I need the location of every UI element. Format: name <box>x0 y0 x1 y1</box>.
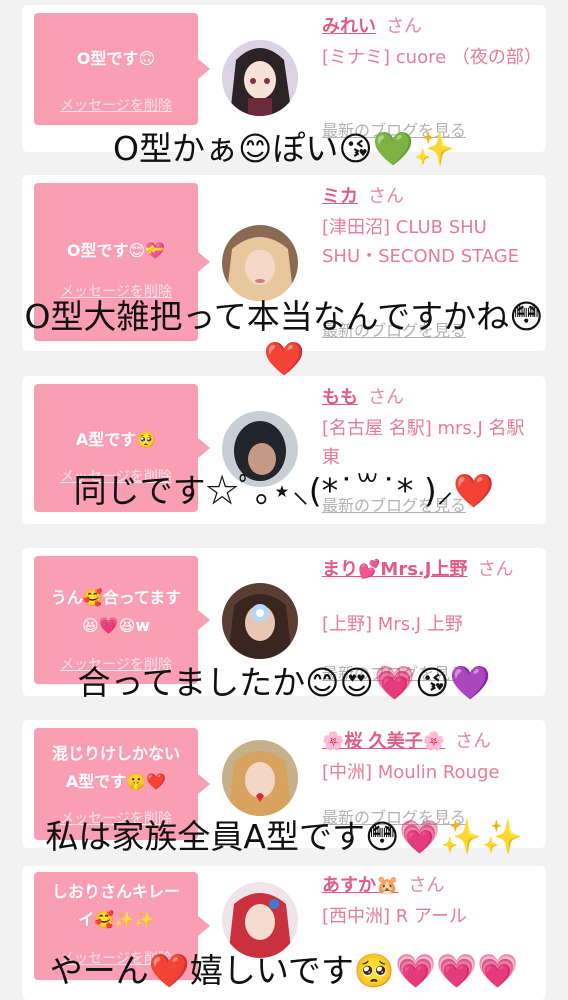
user-info: ミカ さん [津田沼] CLUB SHU SHU・SECOND STAGE <box>322 185 536 271</box>
delete-message-link[interactable]: メッセージを削除 <box>34 95 198 115</box>
user-name-link[interactable]: ミカ <box>322 186 358 207</box>
overlay-caption: 私は家族全員A型です😳💗✨✨ <box>45 817 523 856</box>
avatar[interactable] <box>222 40 298 116</box>
user-name-link[interactable]: 🌸桜 久美子🌸 <box>322 731 445 752</box>
overlay-caption: 同じです☆ﾟ｡⋆⸜(*˙꒳˙* )⸝❤️ <box>73 471 495 510</box>
user-info: みれい さん [ミナミ] cuore （夜の部） <box>322 15 542 72</box>
overlay-caption: O型かぁ😊ぽい😘💚✨ <box>113 129 455 168</box>
shop-info: [西中洲] R アール <box>322 906 467 927</box>
message-text: 混じりけしかない <box>51 744 180 763</box>
user-name-link[interactable]: もも <box>322 387 358 408</box>
honorific: さん <box>477 559 514 580</box>
message-text: A型です🥺 <box>75 430 157 449</box>
message-text: うん🥰合ってます <box>50 588 182 607</box>
user-name-link[interactable]: まり💕Mrs.J上野 <box>322 559 467 580</box>
avatar[interactable] <box>222 740 298 816</box>
overlay-caption: O型大雑把って本当なんですかね😳 <box>24 297 544 336</box>
overlay-caption: 合ってましたか😊😍💗😘💜 <box>77 663 491 702</box>
overlay-caption: ❤️ <box>263 339 305 378</box>
honorific: さん <box>368 387 404 408</box>
avatar[interactable] <box>222 583 298 659</box>
user-name-link[interactable]: みれい <box>322 16 376 37</box>
user-info: もも さん [名古屋 名駅] mrs.J 名駅東 <box>322 386 536 472</box>
honorific: さん <box>455 731 492 752</box>
honorific: さん <box>408 875 445 896</box>
message-text: 😆💗😆w <box>81 616 151 635</box>
shop-info: [名古屋 名駅] mrs.J 名駅東 <box>322 418 525 468</box>
message-text: O型です😊💝 <box>66 241 166 260</box>
honorific: さん <box>386 16 422 37</box>
user-info: 🌸桜 久美子🌸 さん [中洲] Moulin Rouge <box>322 730 536 787</box>
message-text: しおりさんキレー <box>51 882 180 901</box>
user-name-link[interactable]: あすか🐹 <box>322 875 398 896</box>
user-info: あすか🐹 さん [西中洲] R アール <box>322 874 536 931</box>
message-text: イ🥰✨✨ <box>78 910 154 929</box>
shop-info: [中洲] Moulin Rouge <box>322 762 500 783</box>
shop-info: [ミナミ] cuore （夜の部） <box>322 47 542 68</box>
message-text: O型です🙃 <box>76 49 156 68</box>
shop-info: [津田沼] CLUB SHU SHU・SECOND STAGE <box>322 217 520 267</box>
overlay-caption: やーん❤️嬉しいです🥺💗💗💗 <box>49 951 519 990</box>
user-info: まり💕Mrs.J上野 さん [上野] Mrs.J 上野 <box>322 558 536 639</box>
message-bubble: O型です🙃 メッセージを削除 <box>34 13 210 125</box>
shop-info: [上野] Mrs.J 上野 <box>322 614 463 635</box>
avatar[interactable] <box>222 882 298 958</box>
message-text: A型です🤫❤️ <box>65 772 167 791</box>
honorific: さん <box>368 186 404 207</box>
avatar[interactable] <box>222 225 298 301</box>
